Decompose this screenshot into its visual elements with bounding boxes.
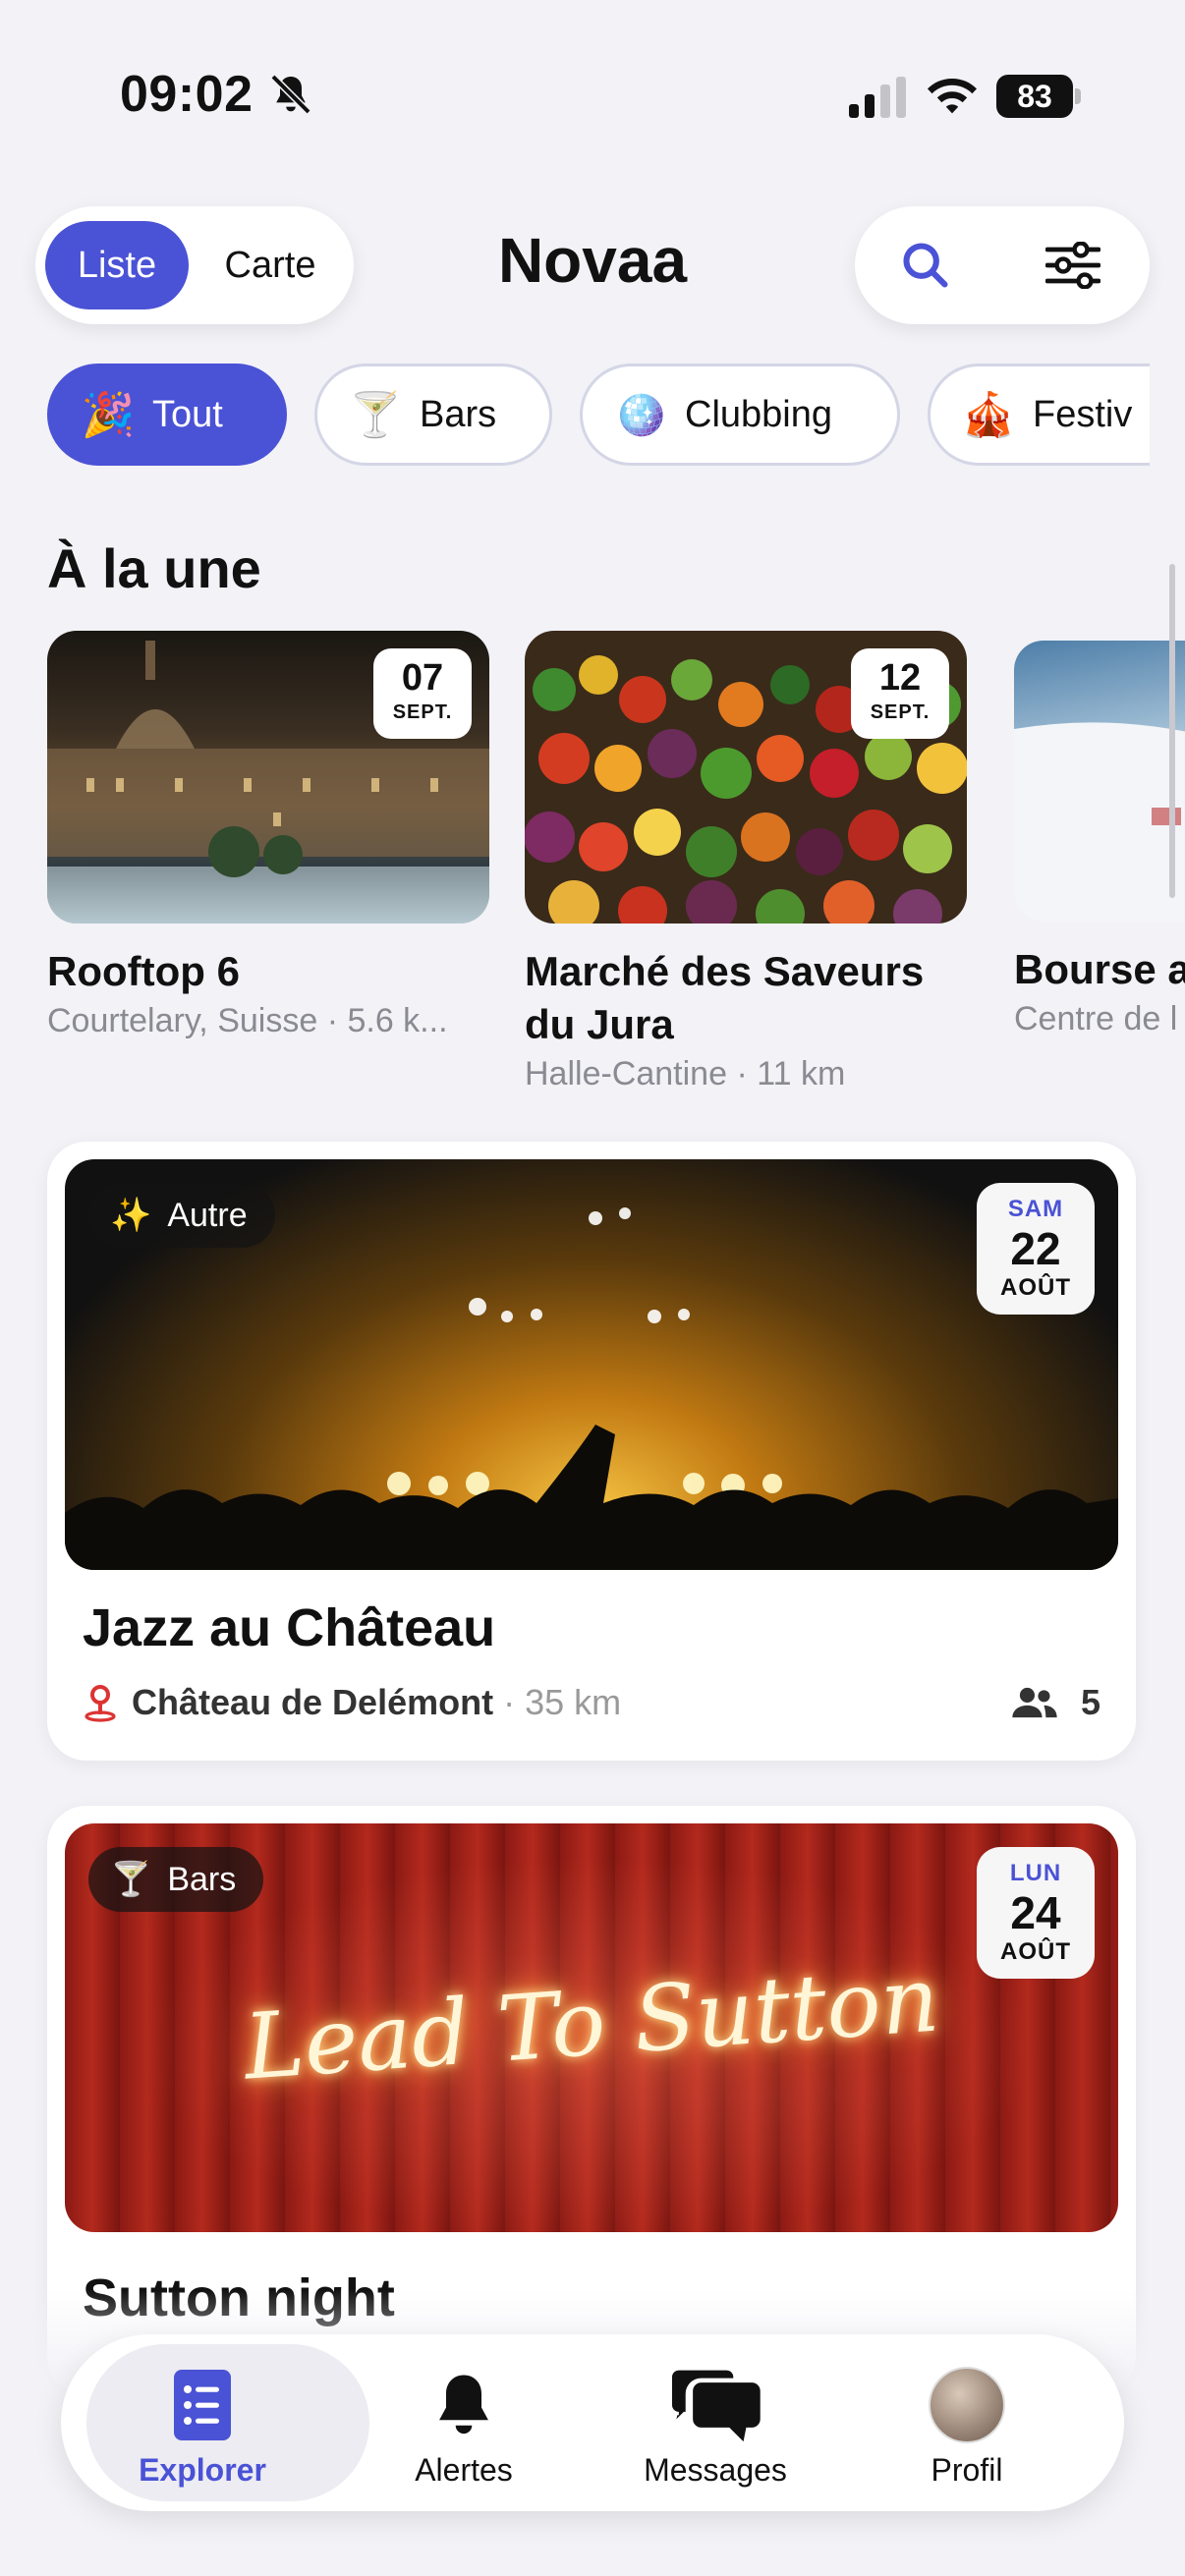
event-image: Lead To Sutton 🍸 Bars LUN 24 AOÛT xyxy=(65,1823,1118,2232)
category-filter-bar: 🎉 Tout 🍸 Bars 🪩 Clubbing 🎪 Festiv xyxy=(0,364,1150,472)
battery-level: 83 xyxy=(996,75,1073,118)
tab-explorer-icon-wrap xyxy=(75,2364,330,2446)
attendees-number: 5 xyxy=(1080,1682,1100,1722)
tab-profil[interactable]: Profil xyxy=(839,2334,1095,2511)
date-day: 24 xyxy=(1010,1887,1061,1938)
tab-label: Explorer xyxy=(139,2452,266,2488)
featured-name: Rooftop 6 xyxy=(47,948,240,994)
event-location: Château de Delémont · 35 km xyxy=(83,1678,621,1727)
date-day: 22 xyxy=(1010,1223,1061,1274)
header-actions xyxy=(855,206,1150,324)
sliders-icon xyxy=(1045,242,1100,289)
view-mode-toggle: Liste Carte xyxy=(35,206,354,324)
filter-button[interactable] xyxy=(1042,236,1104,295)
battery-indicator: 83 xyxy=(996,75,1081,118)
wifi-icon xyxy=(928,79,977,114)
date-month: SEPT. xyxy=(870,701,931,723)
featured-section-title: À la une xyxy=(47,537,261,599)
category-label: Autre xyxy=(167,1196,248,1234)
featured-meta: Courtelary, Suisse · 5.6 k... xyxy=(47,1002,448,1039)
list-view-button[interactable]: Liste xyxy=(45,221,189,309)
bell-off-icon xyxy=(270,74,311,115)
category-chip-label: Festiv xyxy=(1033,393,1133,435)
cellular-signal-icon xyxy=(849,77,906,118)
disco-ball-icon: 🪩 xyxy=(613,391,668,439)
category-badge: 🍸 Bars xyxy=(88,1847,264,1912)
featured-image: 07 SEPT. xyxy=(47,631,489,924)
featured-name: Marché des Saveurs du Jura xyxy=(525,948,925,1047)
event-image: ✨ Autre SAM 22 AOÛT xyxy=(65,1159,1118,1570)
tab-alertes[interactable]: Alertes xyxy=(336,2334,592,2511)
status-time: 09:02 xyxy=(120,66,254,123)
tab-label: Alertes xyxy=(415,2452,513,2488)
status-bar: 09:02 83 xyxy=(0,0,1185,196)
avatar xyxy=(929,2367,1005,2443)
event-title: Jazz au Château xyxy=(83,1598,496,1657)
category-chip-label: Tout xyxy=(152,393,223,435)
featured-name: Bourse a xyxy=(1014,946,1185,992)
list-icon xyxy=(174,2370,231,2440)
event-distance: · 35 km xyxy=(503,1682,622,1722)
featured-meta: Halle-Cantine · 11 km xyxy=(525,1055,846,1092)
date-weekday: LUN xyxy=(1009,1860,1062,1886)
circus-tent-icon: 🎪 xyxy=(961,391,1016,439)
location-pin-icon xyxy=(85,1685,116,1722)
cocktail-icon: 🍸 xyxy=(348,391,403,439)
date-badge: SAM 22 AOÛT xyxy=(977,1183,1095,1315)
featured-image: 12 SEPT. xyxy=(525,631,967,924)
search-button[interactable] xyxy=(896,236,955,295)
tab-label: Profil xyxy=(931,2452,1003,2488)
tab-messages[interactable]: Messages xyxy=(588,2334,843,2511)
event-card-jazz[interactable]: ✨ Autre SAM 22 AOÛT Jazz au Château Chât… xyxy=(47,1142,1136,1761)
date-month: SEPT. xyxy=(392,701,453,723)
chat-bubbles-icon xyxy=(668,2367,761,2442)
snow-illustration xyxy=(1014,722,1185,922)
featured-card-marche[interactable]: 12 SEPT. Marché des Saveurs du Jura Hall… xyxy=(525,631,967,1096)
date-month: AOÛT xyxy=(1000,1274,1071,1301)
date-badge: 07 SEPT. xyxy=(373,648,472,739)
party-popper-icon: 🎉 xyxy=(81,391,136,439)
battery-cap xyxy=(1075,88,1081,104)
date-badge: LUN 24 AOÛT xyxy=(977,1847,1095,1979)
date-month: AOÛT xyxy=(1000,1938,1071,1965)
featured-card-rooftop[interactable]: 07 SEPT. Rooftop 6 Courtelary, Suisse · … xyxy=(47,631,489,1043)
category-chip-label: Clubbing xyxy=(685,393,832,435)
people-icon xyxy=(1012,1687,1057,1718)
category-label: Bars xyxy=(167,1860,237,1898)
attendees-count: 5 xyxy=(1012,1678,1100,1727)
page-title: Novaa xyxy=(497,225,688,296)
event-venue: Château de Delémont xyxy=(132,1682,494,1722)
featured-card-bourse[interactable]: Bourse a Centre de l xyxy=(1014,641,1185,1041)
category-chip-clubbing[interactable]: 🪩 Clubbing xyxy=(580,364,900,466)
featured-meta: Centre de l xyxy=(1014,1000,1178,1037)
category-chip-tout[interactable]: 🎉 Tout xyxy=(47,364,287,466)
tab-bar: Explorer Alertes Messages Profil xyxy=(61,2334,1124,2511)
map-view-button[interactable]: Carte xyxy=(198,221,342,309)
date-weekday: SAM xyxy=(1007,1196,1064,1222)
tab-alertes-icon-wrap xyxy=(336,2364,592,2446)
date-badge: 12 SEPT. xyxy=(851,648,949,739)
category-badge: ✨ Autre xyxy=(88,1183,275,1248)
date-day: 07 xyxy=(401,657,444,699)
tab-profil-icon-wrap xyxy=(839,2364,1095,2446)
tab-label: Messages xyxy=(644,2452,787,2488)
category-chip-festival[interactable]: 🎪 Festiv xyxy=(928,364,1150,466)
category-chip-bars[interactable]: 🍸 Bars xyxy=(314,364,552,466)
tab-explorer[interactable]: Explorer xyxy=(75,2334,369,2511)
category-chip-label: Bars xyxy=(420,393,497,435)
featured-image xyxy=(1014,641,1185,922)
bell-icon xyxy=(439,2375,488,2435)
search-icon xyxy=(903,243,948,288)
scroll-indicator[interactable] xyxy=(1169,564,1175,898)
cocktail-icon: 🍸 xyxy=(110,1861,152,1898)
tab-messages-icon-wrap xyxy=(588,2364,843,2446)
sparkles-icon: ✨ xyxy=(110,1197,152,1234)
date-day: 12 xyxy=(878,657,922,699)
